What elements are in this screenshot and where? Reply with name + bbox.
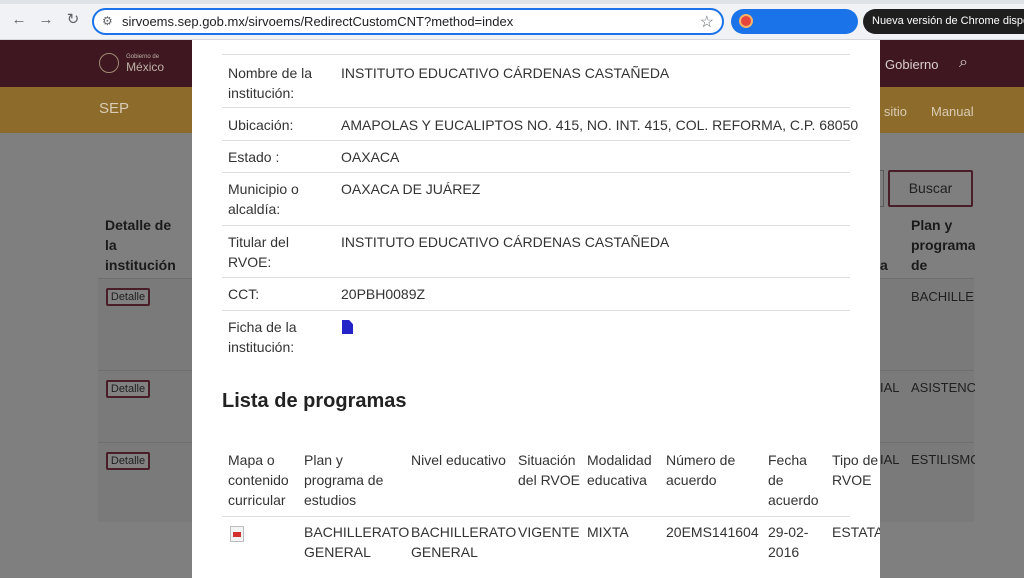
profile-button[interactable] bbox=[731, 9, 858, 34]
th-partial: a bbox=[880, 257, 888, 273]
cell-tipo: ESTATAL bbox=[832, 524, 880, 540]
info-value: OAXACA DE JUÁREZ bbox=[341, 181, 481, 197]
th-fecha: Fecha de acuerdo bbox=[768, 452, 819, 508]
info-label: Ubicación: bbox=[228, 117, 294, 133]
institution-detail-modal: Nombre de la institución: INSTITUTO EDUC… bbox=[192, 40, 880, 578]
info-row-cct: CCT: 20PBH0089Z bbox=[222, 277, 850, 310]
nav-link-manual[interactable]: Manual bbox=[931, 104, 974, 119]
partial-cell: IAL bbox=[880, 380, 900, 395]
info-label: Estado : bbox=[228, 149, 280, 165]
cell-modalidad: MIXTA bbox=[587, 524, 629, 540]
reload-icon[interactable]: ↻ bbox=[65, 12, 81, 28]
tab-strip bbox=[0, 0, 1024, 4]
info-row-ficha: Ficha de la institución: bbox=[222, 310, 850, 365]
plan-cell: ESTILISMO Y BIENESTAR PERSONAL bbox=[911, 452, 975, 467]
info-row-titular: Titular del RVOE: INSTITUTO EDUCATIVO CÁ… bbox=[222, 225, 850, 277]
detalle-button[interactable]: Detalle bbox=[106, 452, 150, 470]
sep-title[interactable]: SEP bbox=[99, 100, 129, 117]
info-label: CCT: bbox=[228, 286, 260, 302]
cell-fecha: 29-02-2016 bbox=[768, 524, 809, 560]
profile-avatar-icon bbox=[739, 14, 753, 28]
address-bar[interactable]: ⚙ sirvoems.sep.gob.mx/sirvoems/RedirectC… bbox=[92, 8, 724, 35]
info-label: Ficha de la institución: bbox=[228, 319, 297, 355]
info-row-municipio: Municipio o alcaldía: OAXACA DE JUÁREZ bbox=[222, 172, 850, 225]
th-tipo: Tipo de RVOE bbox=[832, 452, 879, 488]
info-row-estado: Estado : OAXACA bbox=[222, 140, 850, 172]
programs-title: Lista de programas bbox=[222, 390, 407, 412]
info-value: OAXACA bbox=[341, 149, 400, 165]
info-value: INSTITUTO EDUCATIVO CÁRDENAS CASTAÑEDA bbox=[341, 65, 670, 81]
arrow-left-icon[interactable]: ← bbox=[11, 12, 27, 28]
th-situacion: Situación del RVOE bbox=[518, 452, 580, 488]
cell-situacion: VIGENTE bbox=[518, 524, 580, 540]
seal-icon bbox=[99, 53, 119, 73]
info-label: Nombre de la institución: bbox=[228, 65, 313, 101]
info-label: Titular del RVOE: bbox=[228, 234, 289, 270]
partial-cell: IAL bbox=[880, 452, 900, 467]
cell-numero: 20EMS141604 bbox=[666, 524, 759, 540]
detalle-button[interactable]: Detalle bbox=[106, 380, 150, 398]
th-nivel: Nivel educativo bbox=[411, 452, 506, 468]
arrow-right-icon[interactable]: → bbox=[38, 12, 54, 28]
cell-nivel: BACHILLERATO GENERAL bbox=[411, 524, 517, 560]
pdf-icon[interactable] bbox=[230, 526, 244, 542]
th-numero: Número de acuerdo bbox=[666, 452, 736, 488]
gobierno-logo[interactable]: Gobierno de México bbox=[99, 53, 164, 73]
th-modalidad: Modalidad educativa bbox=[587, 452, 652, 488]
info-row-nombre: Nombre de la institución: INSTITUTO EDUC… bbox=[222, 54, 850, 107]
search-icon[interactable]: ⌕ bbox=[959, 54, 968, 72]
star-icon[interactable]: ☆ bbox=[700, 12, 714, 32]
gobierno-link[interactable]: Gobierno bbox=[885, 57, 938, 72]
info-value: 20PBH0089Z bbox=[341, 286, 426, 302]
cell-plan: BACHILLERATO GENERAL bbox=[304, 524, 410, 560]
detalle-button[interactable]: Detalle bbox=[106, 288, 150, 306]
url-text[interactable]: sirvoems.sep.gob.mx/sirvoems/RedirectCus… bbox=[122, 14, 513, 29]
info-label: Municipio o alcaldía: bbox=[228, 181, 299, 217]
th-plan: Plan y programa de estudios bbox=[304, 452, 384, 508]
file-icon[interactable] bbox=[342, 320, 353, 334]
info-value: AMAPOLAS Y EUCALIPTOS NO. 415, NO. INT. … bbox=[341, 117, 859, 133]
info-value: INSTITUTO EDUCATIVO CÁRDENAS CASTAÑEDA bbox=[341, 234, 670, 250]
plan-cell: BACHILLERATO GENERAL bbox=[911, 289, 975, 304]
th-mapa: Mapa o contenido curricular bbox=[228, 452, 289, 508]
table-divider bbox=[222, 516, 850, 517]
chrome-update-button[interactable]: Nueva versión de Chrome disponible bbox=[863, 9, 1024, 34]
institution-info-table: Nombre de la institución: INSTITUTO EDUC… bbox=[222, 54, 858, 365]
site-settings-icon[interactable]: ⚙ bbox=[102, 14, 116, 28]
browser-toolbar: ← → ↻ ⚙ sirvoems.sep.gob.mx/sirvoems/Red… bbox=[0, 0, 1024, 40]
plan-cell: ASISTENCIA FAMILIAR Y SALUD bbox=[911, 380, 975, 395]
buscar-button[interactable]: Buscar bbox=[888, 170, 973, 207]
th-detalle: Detalle de la institución bbox=[105, 217, 176, 273]
info-row-ubicacion: Ubicación: AMAPOLAS Y EUCALIPTOS NO. 415… bbox=[222, 107, 858, 140]
